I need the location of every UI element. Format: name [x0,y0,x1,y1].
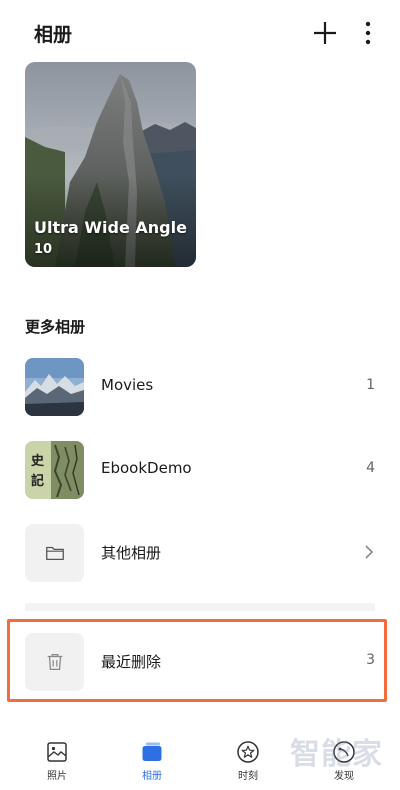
svg-text:史: 史 [31,453,45,469]
watermark-text: 智能家 [290,737,383,772]
app-header: 相册 [0,0,400,62]
nav-tab-photos[interactable]: 照片 [27,740,87,784]
more-albums-title: 更多相册 [25,318,86,336]
chevron-right-icon [365,545,374,559]
album-count: 3 [366,652,375,668]
album-name: Movies [101,376,154,394]
section-divider [25,603,375,611]
nav-label: 照片 [47,771,67,782]
album-name: 最近删除 [101,653,162,671]
album-row-movies[interactable]: Movies 1 [0,357,400,417]
album-row-recently-deleted[interactable]: 最近删除 3 [0,632,400,692]
movies-thumbnail [25,358,84,416]
ebookdemo-thumbnail: 史 記 [25,441,84,499]
nav-label: 相册 [142,771,162,782]
nav-tab-albums[interactable]: 相册 [122,740,182,784]
nav-label: 时刻 [238,771,258,782]
watermark: 智能家 [288,727,398,787]
nav-tab-moments[interactable]: 时刻 [218,740,278,784]
page-title: 相册 [34,24,73,46]
album-name: 其他相册 [101,544,162,562]
album-row-other-albums[interactable]: 其他相册 [0,523,400,583]
folder-icon [45,546,64,561]
album-row-ebookdemo[interactable]: 史 記 EbookDemo 4 [0,440,400,500]
moments-icon [237,741,259,763]
featured-album-card[interactable]: Ultra Wide Angle 10 [25,62,196,267]
album-count: 4 [366,460,375,476]
more-options-icon[interactable] [358,20,378,46]
album-name: EbookDemo [101,459,192,477]
other-albums-thumbnail [25,524,84,582]
featured-album-count: 10 [34,242,53,257]
trash-icon [47,654,62,670]
album-count: 1 [366,377,375,393]
add-album-icon[interactable] [312,20,338,46]
recently-deleted-thumbnail [25,633,84,691]
albums-icon [142,742,162,761]
svg-text:記: 記 [31,473,44,489]
featured-album-name: Ultra Wide Angle [34,218,187,237]
photos-icon [47,742,67,762]
